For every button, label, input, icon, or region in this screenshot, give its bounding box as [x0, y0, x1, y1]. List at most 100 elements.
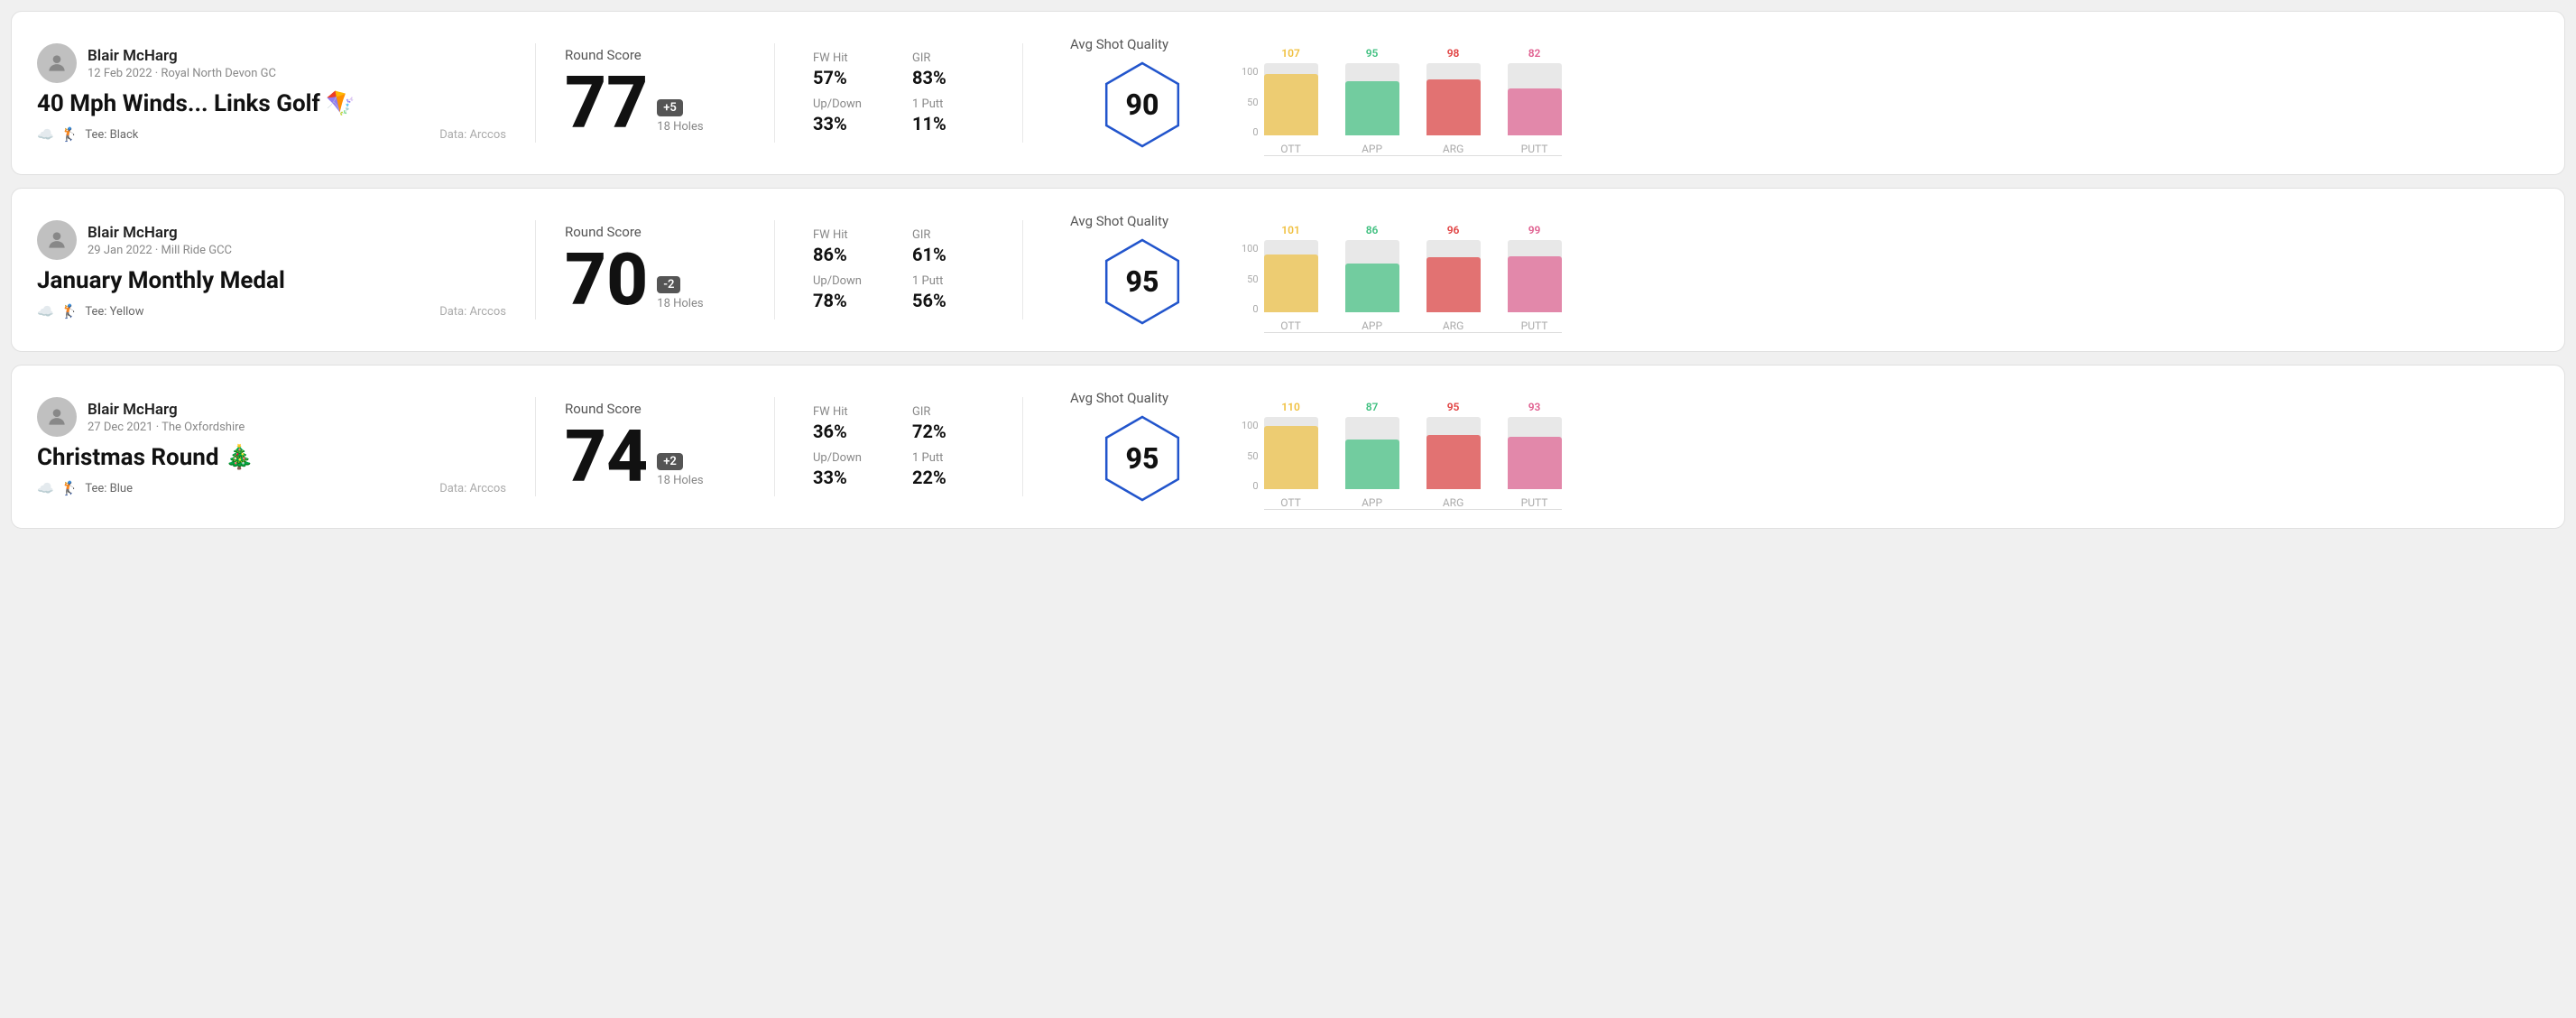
bar-group-arg: 98 ARG — [1426, 47, 1481, 155]
avatar-icon-1 — [45, 51, 69, 75]
bar-group-ott: 101 OTT — [1264, 224, 1318, 332]
avatar-2 — [37, 220, 77, 260]
stat-fw-hit-value-1: 57% — [813, 67, 894, 88]
bar-group-putt: 82 PUTT — [1508, 47, 1562, 155]
bar-label-arg: ARG — [1443, 319, 1463, 332]
bars-area: 107 OTT 95 APP 98 ARG 82 PUTT — [1264, 48, 1562, 156]
bar-label-ott: OTT — [1280, 319, 1301, 332]
data-source-2: Data: Arccos — [439, 305, 506, 319]
divider-left-3 — [535, 397, 536, 496]
stat-fw-hit-label-1: FW Hit — [813, 51, 894, 65]
hexagon-container-2: 95 — [1070, 236, 1214, 327]
round-card-3: Blair McHarg 27 Dec 2021 · The Oxfordshi… — [11, 365, 2565, 529]
score-number-1: 77 — [565, 67, 648, 139]
bottom-row-2: ☁️ 🏌 Tee: Yellow Data: Arccos — [37, 303, 506, 319]
y-axis: 100 50 0 — [1242, 243, 1259, 333]
round-title-1: 40 Mph Winds... Links Golf 🪁 — [37, 90, 506, 117]
bar-inner-app — [1345, 264, 1399, 312]
bar-outer-arg — [1426, 240, 1481, 312]
bar-value-app: 86 — [1366, 224, 1379, 236]
y-label-0: 0 — [1242, 303, 1259, 315]
user-row-3: Blair McHarg 27 Dec 2021 · The Oxfordshi… — [37, 397, 506, 437]
divider-right-1 — [1022, 43, 1023, 143]
bottom-row-3: ☁️ 🏌 Tee: Blue Data: Arccos — [37, 480, 506, 496]
tee-marker-icon-3: 🏌 — [61, 480, 78, 496]
bar-inner-app — [1345, 440, 1399, 489]
divider-mid-2 — [774, 220, 775, 319]
data-source-3: Data: Arccos — [439, 482, 506, 495]
round-card-2: Blair McHarg 29 Jan 2022 · Mill Ride GCC… — [11, 188, 2565, 352]
bar-inner-ott — [1264, 74, 1318, 135]
tee-info-1: ☁️ 🏌 Tee: Black — [37, 126, 138, 143]
bar-value-ott: 110 — [1281, 401, 1300, 413]
score-badge-holes-2: -2 18 Holes — [657, 276, 703, 310]
stat-fw-hit-value-2: 86% — [813, 244, 894, 265]
bottom-row-1: ☁️ 🏌 Tee: Black Data: Arccos — [37, 126, 506, 143]
bar-chart-wrapper: 100 50 0 101 OTT 86 APP 96 ARG 99 — [1242, 207, 2539, 333]
stat-gir-label-2: GIR — [912, 228, 993, 242]
y-label-50: 50 — [1242, 450, 1259, 462]
bar-group-arg: 96 ARG — [1426, 224, 1481, 332]
y-label-50: 50 — [1242, 273, 1259, 285]
bar-value-arg: 98 — [1447, 47, 1460, 60]
divider-left-2 — [535, 220, 536, 319]
bar-outer-ott — [1264, 240, 1318, 312]
bar-label-ott: OTT — [1280, 496, 1301, 509]
stat-gir-3: GIR 72% — [912, 405, 993, 442]
data-source-1: Data: Arccos — [439, 128, 506, 142]
y-label-0: 0 — [1242, 126, 1259, 138]
user-name-2: Blair McHarg — [88, 224, 232, 242]
stat-fw-hit-3: FW Hit 36% — [813, 405, 894, 442]
hexagon-container-3: 95 — [1070, 413, 1214, 504]
tee-info-2: ☁️ 🏌 Tee: Yellow — [37, 303, 143, 319]
stat-oneputt-label-3: 1 Putt — [912, 451, 993, 465]
stat-oneputt-2: 1 Putt 56% — [912, 274, 993, 311]
tee-label-3: Tee: Blue — [85, 482, 133, 495]
bars-area: 101 OTT 86 APP 96 ARG 99 PUTT — [1264, 225, 1562, 333]
user-name-3: Blair McHarg — [88, 401, 245, 419]
bar-outer-app — [1345, 63, 1399, 135]
chart-section-2: 100 50 0 101 OTT 86 APP 96 ARG 99 — [1242, 207, 2539, 333]
bar-group-arg: 95 ARG — [1426, 401, 1481, 509]
score-row-3: 74 +2 18 Holes — [565, 421, 745, 493]
stats-section-3: FW Hit 36% GIR 72% Up/Down 33% 1 Putt 22… — [813, 405, 993, 488]
stats-section-2: FW Hit 86% GIR 61% Up/Down 78% 1 Putt 56… — [813, 228, 993, 311]
quality-section-2: Avg Shot Quality 95 — [1070, 213, 1214, 327]
weather-icon-1: ☁️ — [37, 126, 54, 143]
user-info-1: Blair McHarg 12 Feb 2022 · Royal North D… — [88, 47, 276, 80]
bar-inner-arg — [1426, 257, 1481, 312]
user-row-2: Blair McHarg 29 Jan 2022 · Mill Ride GCC — [37, 220, 506, 260]
stat-updown-value-1: 33% — [813, 113, 894, 134]
bar-group-app: 87 APP — [1345, 401, 1399, 509]
stat-oneputt-1: 1 Putt 11% — [912, 97, 993, 134]
stat-updown-3: Up/Down 33% — [813, 451, 894, 488]
tee-label-1: Tee: Black — [85, 128, 138, 142]
stats-grid-2: FW Hit 86% GIR 61% Up/Down 78% 1 Putt 56… — [813, 228, 993, 311]
score-badge-1: +5 — [657, 99, 683, 116]
bar-group-ott: 107 OTT — [1264, 47, 1318, 155]
score-row-1: 77 +5 18 Holes — [565, 67, 745, 139]
score-badge-holes-1: +5 18 Holes — [657, 99, 703, 134]
avatar-icon-3 — [45, 405, 69, 429]
user-row-1: Blair McHarg 12 Feb 2022 · Royal North D… — [37, 43, 506, 83]
date-course-2: 29 Jan 2022 · Mill Ride GCC — [88, 244, 232, 257]
stat-gir-value-1: 83% — [912, 67, 993, 88]
date-course-3: 27 Dec 2021 · The Oxfordshire — [88, 421, 245, 434]
score-number-3: 74 — [565, 421, 648, 493]
y-label-50: 50 — [1242, 97, 1259, 108]
score-section-2: Round Score 70 -2 18 Holes — [565, 224, 745, 316]
round-title-2: January Monthly Medal — [37, 267, 506, 294]
divider-right-3 — [1022, 397, 1023, 496]
stat-gir-value-3: 72% — [912, 421, 993, 442]
stats-grid-3: FW Hit 36% GIR 72% Up/Down 33% 1 Putt 22… — [813, 405, 993, 488]
bar-group-putt: 99 PUTT — [1508, 224, 1562, 332]
stats-section-1: FW Hit 57% GIR 83% Up/Down 33% 1 Putt 11… — [813, 51, 993, 134]
bar-label-putt: PUTT — [1521, 143, 1548, 155]
bar-outer-arg — [1426, 63, 1481, 135]
left-section-3: Blair McHarg 27 Dec 2021 · The Oxfordshi… — [37, 397, 506, 496]
left-section-2: Blair McHarg 29 Jan 2022 · Mill Ride GCC… — [37, 220, 506, 319]
bar-inner-ott — [1264, 426, 1318, 489]
quality-section-1: Avg Shot Quality 90 — [1070, 36, 1214, 150]
bar-value-arg: 95 — [1447, 401, 1460, 413]
quality-section-3: Avg Shot Quality 95 — [1070, 390, 1214, 504]
